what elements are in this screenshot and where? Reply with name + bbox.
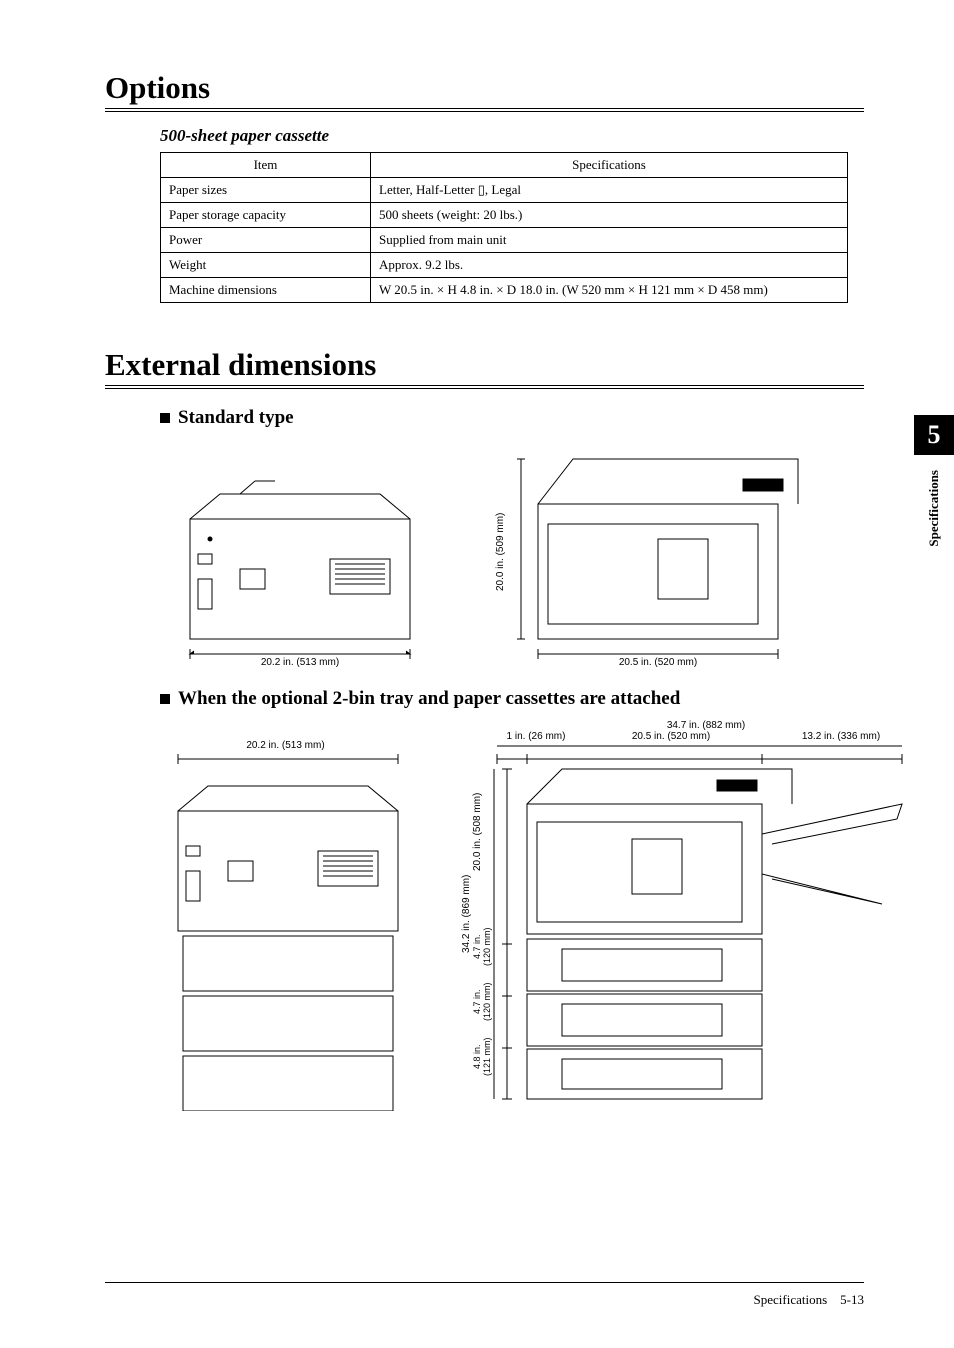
dim-label: 34.7 in. (882 mm) bbox=[501, 720, 911, 731]
dim-label: 34.2 in. (869 mm) bbox=[461, 744, 472, 1084]
standard-subheading: Standard type bbox=[160, 407, 864, 429]
dim-label: 4.7 in. (120 mm) bbox=[472, 919, 492, 974]
table-row: 500 sheets (weight: 20 lbs.) bbox=[371, 203, 848, 228]
dim-label: 20.0 in. (508 mm) bbox=[472, 744, 492, 919]
diagram-standard-side: 20.0 in. (509 mm) 20.5 in. (520 mm) bbox=[495, 439, 813, 674]
optional-subheading-text: When the optional 2-bin tray and paper c… bbox=[178, 688, 680, 710]
dim-label: 20.2 in. (513 mm) bbox=[180, 657, 420, 668]
table-row: Paper sizes bbox=[161, 178, 371, 203]
dim-label: 20.0 in. (509 mm) bbox=[495, 457, 506, 647]
spec-table: Item Specifications Paper sizesLetter, H… bbox=[160, 152, 848, 303]
table-row: Supplied from main unit bbox=[371, 228, 848, 253]
footer-chapter: Specifications bbox=[754, 1292, 828, 1307]
heading-rule bbox=[105, 385, 864, 389]
dim-label: 13.2 in. (336 mm) bbox=[771, 731, 911, 742]
table-row: Approx. 9.2 lbs. bbox=[371, 253, 848, 278]
page-footer: Specifications 5-13 bbox=[754, 1292, 865, 1308]
dim-label: 20.5 in. (520 mm) bbox=[538, 657, 778, 668]
bullet-square-icon bbox=[160, 694, 170, 704]
col-item: Item bbox=[161, 153, 371, 178]
table-row: Power bbox=[161, 228, 371, 253]
options-heading: Options bbox=[105, 70, 864, 106]
footer-rule bbox=[105, 1282, 864, 1283]
col-spec: Specifications bbox=[371, 153, 848, 178]
chapter-side-label: Specifications bbox=[926, 470, 942, 547]
heading-rule bbox=[105, 108, 864, 112]
dim-label: 4.7 in. (120 mm) bbox=[472, 974, 492, 1029]
table-row: W 20.5 in. × H 4.8 in. × D 18.0 in. (W 5… bbox=[371, 278, 848, 303]
external-heading: External dimensions bbox=[105, 347, 864, 383]
table-row: Weight bbox=[161, 253, 371, 278]
table-row: Machine dimensions bbox=[161, 278, 371, 303]
standard-subheading-text: Standard type bbox=[178, 407, 294, 429]
table-row: Paper storage capacity bbox=[161, 203, 371, 228]
dim-label: 4.8 in. (121 mm) bbox=[472, 1029, 492, 1084]
optional-subheading: When the optional 2-bin tray and paper c… bbox=[160, 688, 864, 710]
dim-label: 1 in. (26 mm) bbox=[501, 731, 571, 742]
dim-label: 20.2 in. (513 mm) bbox=[168, 740, 403, 751]
diagram-optional-front: 20.2 in. (513 mm) bbox=[168, 720, 423, 1116]
diagram-standard-front: 20.2 in. (513 mm) bbox=[180, 439, 435, 674]
table-row: Letter, Half-Letter ▯, Legal bbox=[371, 178, 848, 203]
cassette-subtitle: 500-sheet paper cassette bbox=[160, 126, 864, 146]
bullet-square-icon bbox=[160, 413, 170, 423]
diagram-optional-side: 34.7 in. (882 mm) 1 in. (26 mm) 20.5 in.… bbox=[461, 720, 912, 1116]
chapter-tab: 5 bbox=[914, 415, 954, 455]
footer-page: 5-13 bbox=[840, 1292, 864, 1307]
dim-label: 20.5 in. (520 mm) bbox=[571, 731, 771, 742]
